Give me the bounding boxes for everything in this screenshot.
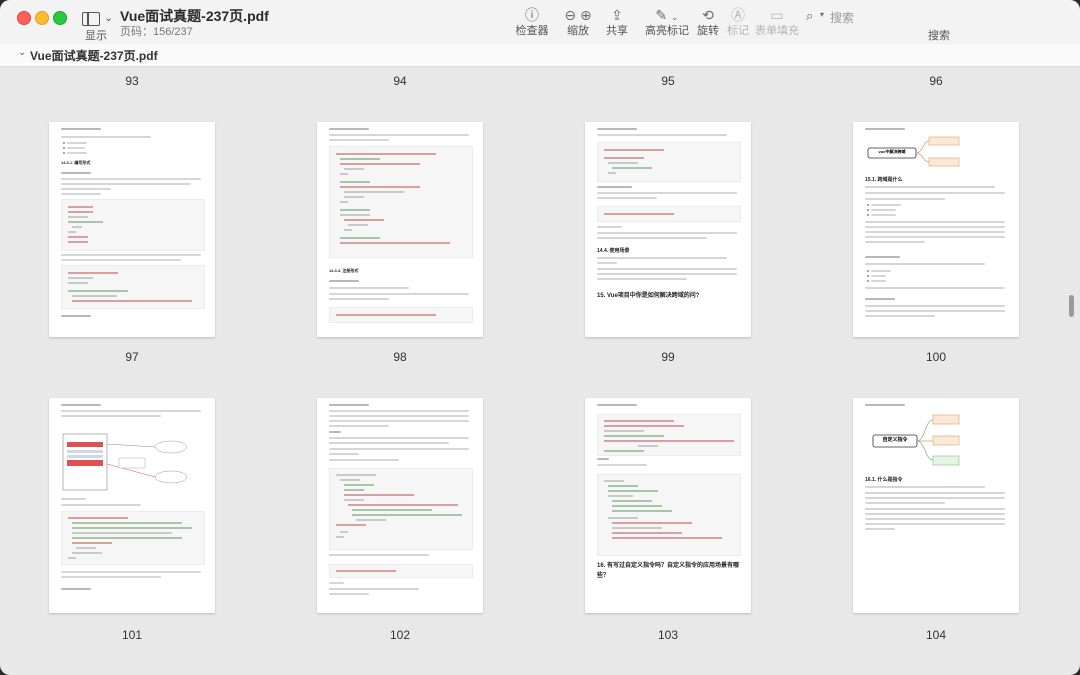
page-number: 101 (121, 628, 143, 642)
search-placeholder: 搜索 (830, 11, 855, 25)
info-icon: ⓘ (525, 7, 539, 23)
page-number: 97 (125, 350, 139, 364)
document-outline-bar: ⌄ Vue面试真题-237页.pdf (0, 44, 1080, 67)
section-heading: 些？ (597, 573, 610, 579)
form-fill-label: 表单填充 (755, 25, 799, 37)
chevron-down-icon: ⌄ (104, 12, 114, 24)
share-icon: ⇪ (611, 7, 623, 23)
zoom-control[interactable]: ⊖ ⊕ 缩放 (556, 6, 600, 40)
page-number: 103 (657, 628, 679, 642)
cors-diagram (62, 433, 188, 491)
page-thumbnail-102[interactable] (317, 398, 483, 613)
zoom-in-icon[interactable]: ⊕ (580, 7, 592, 23)
form-fill-button[interactable]: ▭ 表单填充 (755, 6, 799, 40)
annotate-button[interactable]: Ⓐ 标记 (724, 6, 752, 40)
zoom-icons: ⊖ ⊕ (556, 6, 600, 24)
rotate-icon: ⟲ (702, 7, 714, 23)
page-number: 100 (925, 350, 947, 364)
sidebar-icon (82, 12, 100, 26)
section-heading: 16. 有写过自定义指令吗？自定义指令的应用场景有哪 (597, 563, 740, 569)
markup-button[interactable]: ✎ ⌄ 高亮标记 (644, 6, 690, 40)
section-heading: 14.4. 使用场景 (597, 248, 630, 254)
search-input[interactable]: ⌕ ▾ 搜索 (806, 8, 946, 28)
section-heading: 14.3.1. 编写形式 (61, 160, 91, 165)
pen-icon: ✎ ⌄ (655, 7, 679, 23)
page-number: 99 (661, 350, 675, 364)
zoom-label: 缩放 (567, 25, 589, 37)
form-fill-icon: ▭ (770, 7, 784, 23)
annotate-label: 标记 (727, 25, 749, 37)
annotate-icon: Ⓐ (731, 7, 745, 23)
chevron-down-icon: ▾ (820, 10, 825, 19)
toolbar: ⌄ 显示 Vue面试真题-237页.pdf 页码：156/237 ⓘ 检查器 ⊖… (0, 0, 1080, 45)
share-label: 共享 (606, 25, 628, 37)
chevron-down-icon[interactable]: ⌄ (18, 47, 26, 58)
page-number: 102 (389, 628, 411, 642)
fullscreen-window-button[interactable] (53, 11, 67, 25)
minimize-window-button[interactable] (35, 11, 49, 25)
page-thumbnail-98[interactable]: 14.3.3. 注册形式 (317, 122, 483, 337)
page-thumbnail-97[interactable]: 14.3.1. 编写形式 (49, 122, 215, 337)
chevron-down-icon[interactable]: ⌄ (671, 12, 679, 22)
section-heading: 16.1. 什么是指令 (865, 477, 903, 483)
zoom-out-icon[interactable]: ⊖ (564, 7, 576, 23)
search-icon: ⌕ (806, 8, 814, 23)
preview-window: ⌄ 显示 Vue面试真题-237页.pdf 页码：156/237 ⓘ 检查器 ⊖… (0, 0, 1080, 675)
search-label: 搜索 (928, 30, 950, 42)
inspector-label: 检查器 (515, 25, 549, 37)
page-thumbnail-99[interactable]: 14.4. 使用场景 15. Vue项目中你是如何解决跨域的问? (585, 122, 751, 337)
page-indicator: 页码：156/237 (120, 26, 193, 38)
page-thumbnail-104[interactable]: 自定义指令 16.1. 什么是指令 (853, 398, 1019, 613)
close-window-button[interactable] (17, 11, 31, 25)
section-heading: 15.1. 跨域是什么 (865, 177, 903, 183)
rotate-button[interactable]: ⟲ 旋转 (694, 6, 722, 40)
share-button[interactable]: ⇪ 共享 (600, 6, 634, 40)
section-heading: 15. Vue项目中你是如何解决跨域的问? (597, 293, 700, 299)
page-number: 96 (929, 74, 943, 88)
page-number: 93 (125, 74, 139, 88)
inspector-button[interactable]: ⓘ 检查器 (512, 6, 552, 40)
mindmap-root: 自定义指令 (882, 437, 908, 443)
mindmap-root: vue中解决跨域 (878, 149, 906, 154)
page-thumbnail-100[interactable]: vue中解决跨域 15.1. 跨域是什么 (853, 122, 1019, 337)
sidebar-toggle-label: 显示 (85, 30, 107, 42)
page-thumbnail-103[interactable]: 16. 有写过自定义指令吗？自定义指令的应用场景有哪 些？ (585, 398, 751, 613)
page-number: 95 (661, 74, 675, 88)
section-heading: 14.3.3. 注册形式 (329, 268, 359, 273)
rotate-label: 旋转 (697, 25, 719, 37)
page-thumbnail-101[interactable] (49, 398, 215, 613)
vertical-scrollbar-thumb[interactable] (1069, 295, 1074, 317)
markup-label: 高亮标记 (645, 25, 689, 37)
page-number: 104 (925, 628, 947, 642)
outline-filename[interactable]: Vue面试真题-237页.pdf (30, 47, 158, 64)
page-number: 94 (393, 74, 407, 88)
page-number: 98 (393, 350, 407, 364)
